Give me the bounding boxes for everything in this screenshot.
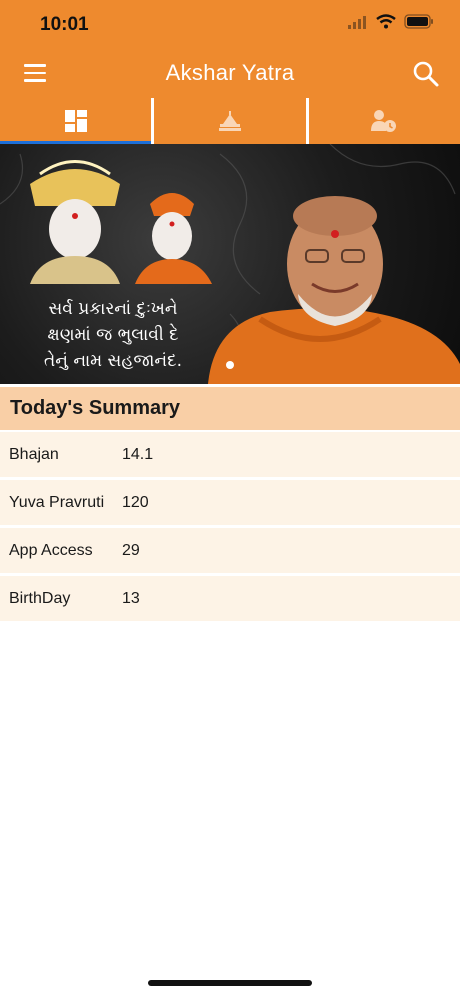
summary-row-label: Yuva Pravruti [9,493,105,511]
deity-figure-right [135,193,212,284]
summary-row-label: BirthDay [9,589,71,607]
page-title: Akshar Yatra [165,60,295,85]
search-icon[interactable] [412,60,440,88]
summary-row-value: 120 [122,493,149,511]
battery-icon [404,14,433,29]
mandir-icon [218,111,241,131]
summary-row-label: App Access [9,541,93,559]
summary-row-bhajan[interactable]: Bhajan 14.1 [0,432,460,477]
dashboard-icon [64,110,87,132]
carousel-page-dot[interactable] [226,361,234,369]
wifi-icon [376,14,396,29]
home-indicator[interactable] [148,980,312,986]
summary-row-label: Bhajan [9,445,59,463]
tab-dashboard[interactable] [0,98,152,144]
summary-row-yuva-pravruti[interactable]: Yuva Pravruti 120 [0,480,460,525]
summary-row-value: 29 [122,541,140,559]
summary-list: Bhajan 14.1 Yuva Pravruti 120 App Access… [0,432,460,624]
signal-icon [348,15,366,29]
tab-user-activity[interactable] [305,98,460,144]
tab-bar [0,98,460,144]
summary-header: Today's Summary [0,387,460,430]
summary-row-value: 14.1 [122,445,154,463]
status-time: 10:01 [40,14,89,35]
deity-figure-left [30,160,120,284]
summary-row-value: 13 [122,589,140,607]
banner-quote-line: ક્ષણમાં જ ભુલાવી દે [47,325,179,345]
summary-row-app-access[interactable]: App Access 29 [0,528,460,573]
tab-mandir[interactable] [151,98,305,144]
banner-quote-line: તેનું નામ સહજાનંદ. [43,351,183,371]
summary-title: Today's Summary [10,397,180,419]
app-header: 10:01 Akshar Yatra [0,0,460,98]
summary-row-birthday[interactable]: BirthDay 13 [0,576,460,621]
banner-quote: સર્વ પ્રકારનાં દુઃખને ક્ષણમાં જ ભુલાવી દ… [18,296,208,374]
user-clock-icon [371,110,397,132]
status-icons [348,14,434,29]
banner-quote-line: સર્વ પ્રકારનાં દુઃખને [48,299,178,319]
banner-carousel[interactable]: સર્વ પ્રકારનાં દુઃખને ક્ષણમાં જ ભુલાવી દ… [0,144,460,384]
guru-portrait [208,196,460,384]
